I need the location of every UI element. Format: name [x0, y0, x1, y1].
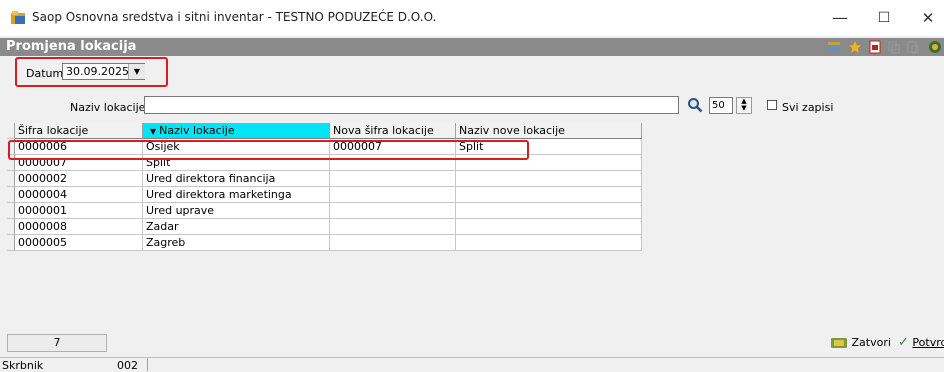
- paste-icon[interactable]: [906, 40, 920, 54]
- window-titlebar: Saop Osnovna sredstva i sitni inventar -…: [0, 0, 944, 36]
- record-count: 7: [7, 334, 107, 352]
- row-highlight-box: [8, 140, 529, 160]
- table-icon[interactable]: [827, 40, 841, 54]
- search-icon[interactable]: [687, 97, 703, 113]
- record-limit-input[interactable]: 50: [709, 97, 733, 114]
- row-indicator[interactable]: [7, 187, 15, 203]
- row-indicator[interactable]: [7, 171, 15, 187]
- confirm-button[interactable]: ✓ Potvrd: [898, 334, 944, 352]
- status-skrbnik-label: Skrbnik: [2, 359, 44, 372]
- column-header-nova-sifra-label: Nova šifra lokacije: [333, 124, 434, 137]
- copy-icon[interactable]: [887, 40, 901, 54]
- sifra-cell[interactable]: 0000008: [15, 219, 143, 235]
- row-indicator-header: [7, 123, 15, 139]
- naziv-nove-cell[interactable]: [456, 235, 642, 251]
- column-header-sifra-label: Šifra lokacije: [18, 124, 89, 137]
- naziv-cell[interactable]: Zadar: [143, 219, 330, 235]
- sifra-cell[interactable]: 0000004: [15, 187, 143, 203]
- exit-icon[interactable]: [928, 40, 942, 54]
- nova-sifra-cell[interactable]: [330, 235, 456, 251]
- nova-sifra-cell[interactable]: [330, 219, 456, 235]
- sifra-cell[interactable]: 0000001: [15, 203, 143, 219]
- status-bar-separator: [0, 357, 944, 358]
- nova-sifra-cell[interactable]: [330, 203, 456, 219]
- svi-zapisi-checkbox[interactable]: [767, 100, 777, 110]
- app-icon: [11, 11, 25, 24]
- naziv-cell[interactable]: Ured direktora financija: [143, 171, 330, 187]
- naziv-cell[interactable]: Ured uprave: [143, 203, 330, 219]
- record-count-value: 7: [53, 336, 61, 349]
- column-header-nova-sifra[interactable]: Nova šifra lokacije: [330, 123, 456, 139]
- column-header-sifra[interactable]: Šifra lokacije: [15, 123, 143, 139]
- maximize-button[interactable]: ☐: [866, 6, 902, 30]
- sifra-cell[interactable]: 0000005: [15, 235, 143, 251]
- status-skrbnik-value: 002: [117, 359, 138, 372]
- row-indicator[interactable]: [7, 219, 15, 235]
- naziv-cell[interactable]: Zagreb: [143, 235, 330, 251]
- column-header-naziv[interactable]: ▼ Naziv lokacije: [143, 123, 330, 139]
- checkmark-icon: ✓: [898, 335, 909, 350]
- search-label: Naziv lokacije: [70, 101, 146, 114]
- close-button-label: Zatvori: [851, 336, 891, 349]
- confirm-button-label: Potvrd: [912, 336, 944, 349]
- svi-zapisi-label: Svi zapisi: [782, 101, 834, 114]
- row-indicator[interactable]: [7, 235, 15, 251]
- naziv-nove-cell[interactable]: [456, 219, 642, 235]
- record-limit-spinner[interactable]: ▲ ▼: [736, 97, 752, 114]
- close-icon: [831, 338, 847, 348]
- record-limit-value: 50: [712, 100, 725, 111]
- naziv-nove-cell[interactable]: [456, 203, 642, 219]
- close-window-button[interactable]: ✕: [910, 6, 944, 30]
- sort-arrow-icon: ▼: [150, 127, 157, 136]
- column-header-naziv-nove-label: Naziv nove lokacije: [459, 124, 565, 137]
- column-header-naziv-nove[interactable]: Naziv nove lokacije: [456, 123, 642, 139]
- datum-label: Datum: [26, 67, 64, 80]
- form-header-bar: Promjena lokacija: [0, 38, 944, 56]
- form-title: Promjena lokacija: [6, 39, 137, 54]
- pdf-icon[interactable]: [868, 40, 882, 54]
- naziv-nove-cell[interactable]: [456, 187, 642, 203]
- naziv-lokacije-search-input[interactable]: [144, 96, 679, 114]
- status-divider: [147, 358, 148, 371]
- nova-sifra-cell[interactable]: [330, 171, 456, 187]
- column-header-naziv-label: Naziv lokacije: [159, 124, 235, 137]
- star-icon[interactable]: [848, 40, 862, 54]
- sifra-cell[interactable]: 0000002: [15, 171, 143, 187]
- close-button[interactable]: Zatvori: [830, 334, 891, 352]
- naziv-cell[interactable]: Ured direktora marketinga: [143, 187, 330, 203]
- naziv-nove-cell[interactable]: [456, 171, 642, 187]
- chevron-down-icon[interactable]: ▼: [128, 64, 145, 79]
- nova-sifra-cell[interactable]: [330, 187, 456, 203]
- window-title: Saop Osnovna sredstva i sitni inventar -…: [32, 10, 437, 24]
- minimize-button[interactable]: —: [822, 6, 858, 30]
- datum-date-value: 30.09.2025: [66, 65, 129, 78]
- row-indicator[interactable]: [7, 203, 15, 219]
